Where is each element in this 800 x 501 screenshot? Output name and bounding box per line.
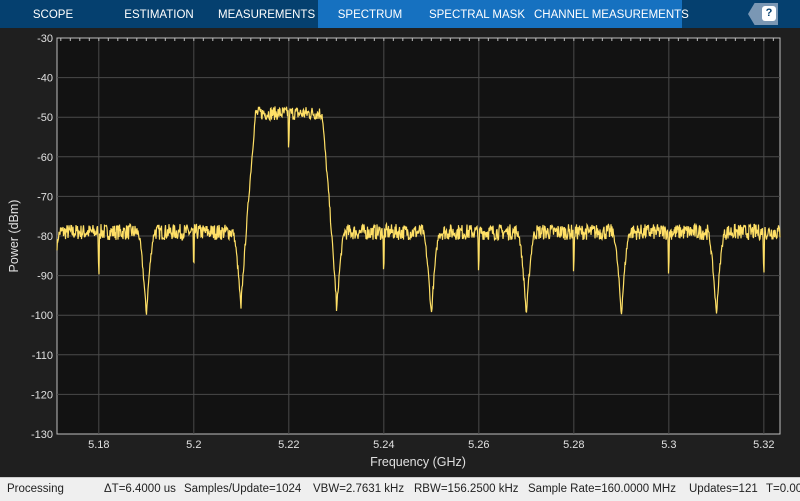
y-tick-label: -110 bbox=[32, 350, 53, 362]
y-tick-label: -100 bbox=[31, 310, 53, 322]
y-tick-label: -70 bbox=[37, 191, 53, 203]
y-tick-label: -80 bbox=[37, 231, 53, 243]
y-tick-label: -120 bbox=[31, 389, 53, 401]
help-button[interactable]: ? bbox=[748, 3, 778, 25]
x-axis-label: Frequency (GHz) bbox=[370, 455, 466, 469]
y-tick-label: -60 bbox=[37, 152, 53, 164]
y-tick-label: -30 bbox=[37, 33, 53, 45]
x-tick-label: 5.28 bbox=[563, 439, 584, 451]
x-tick-label: 5.3 bbox=[661, 439, 676, 451]
tab-measurements[interactable]: MEASUREMENTS bbox=[218, 0, 315, 28]
spectrum-plot: 5.18 5.2 5.22 5.24 5.26 5.28 5.3 5.32 -30 -40 -50 -… bbox=[7, 33, 781, 469]
status-sample-rate: Sample Rate=160.0000 MHz bbox=[528, 483, 676, 495]
help-icon: ? bbox=[762, 6, 776, 21]
tab-channel-measurements[interactable]: CHANNEL MEASUREMENTS bbox=[534, 0, 689, 28]
y-tick-label: -130 bbox=[31, 429, 53, 441]
tab-scope[interactable]: SCOPE bbox=[20, 0, 86, 28]
tab-spectrum[interactable]: SPECTRUM bbox=[330, 0, 410, 28]
status-time: T=0.00 bbox=[766, 483, 800, 495]
x-tick-label: 5.24 bbox=[373, 439, 394, 451]
status-rbw: RBW=156.2500 kHz bbox=[414, 483, 519, 495]
status-samples: Samples/Update=1024 bbox=[184, 483, 302, 495]
x-tick-label: 5.2 bbox=[186, 439, 201, 451]
status-vbw: VBW=2.7631 kHz bbox=[313, 483, 405, 495]
x-tick-label: 5.32 bbox=[753, 439, 774, 451]
toolstrip-tabs: SCOPE ESTIMATION MEASUREMENTS SPECTRUM S… bbox=[0, 0, 800, 28]
x-tick-label: 5.26 bbox=[468, 439, 489, 451]
y-axis-label: Power (dBm) bbox=[7, 200, 21, 273]
y-tick-label: -40 bbox=[37, 73, 53, 85]
status-updates: Updates=121 bbox=[689, 483, 758, 495]
status-bar: Processing ΔT=6.4000 us Samples/Update=1… bbox=[0, 477, 800, 501]
x-tick-label: 5.22 bbox=[278, 439, 299, 451]
y-tick-label: -90 bbox=[37, 271, 53, 283]
y-tick-label: -50 bbox=[37, 112, 53, 124]
x-tick-label: 5.18 bbox=[88, 439, 109, 451]
tab-spectral-mask[interactable]: SPECTRAL MASK bbox=[428, 0, 526, 28]
tab-estimation[interactable]: ESTIMATION bbox=[118, 0, 200, 28]
status-delta-t: ΔT=6.4000 us bbox=[104, 483, 176, 495]
status-state: Processing bbox=[7, 483, 64, 495]
